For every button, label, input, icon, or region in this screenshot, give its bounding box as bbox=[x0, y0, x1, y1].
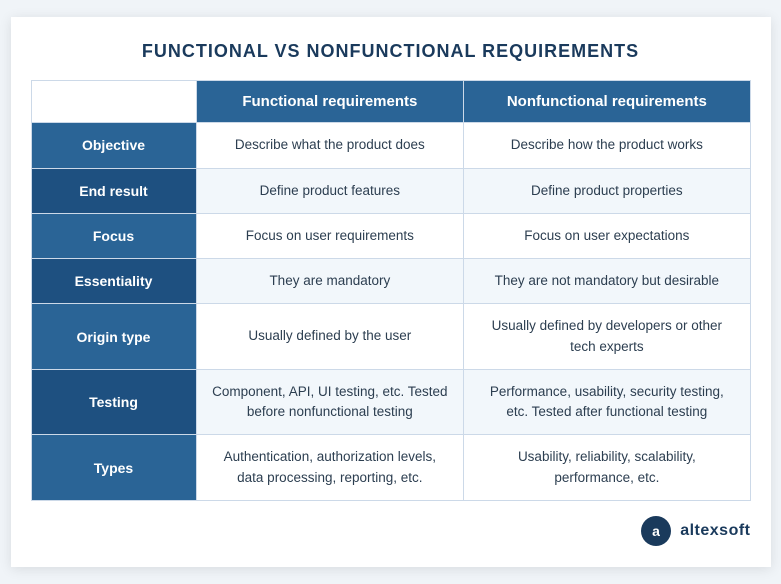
table-row: TypesAuthentication, authorization level… bbox=[31, 435, 750, 501]
table-row: ObjectiveDescribe what the product doesD… bbox=[31, 123, 750, 168]
row-label: Focus bbox=[31, 213, 196, 258]
table-row: FocusFocus on user requirementsFocus on … bbox=[31, 213, 750, 258]
comparison-table: Functional requirements Nonfunctional re… bbox=[31, 80, 751, 501]
row-col2: Focus on user expectations bbox=[464, 213, 750, 258]
row-col1: Focus on user requirements bbox=[196, 213, 464, 258]
header-empty bbox=[31, 81, 196, 123]
row-label: Types bbox=[31, 435, 196, 501]
row-col2: Define product properties bbox=[464, 168, 750, 213]
row-col2: Usability, reliability, scalability, per… bbox=[464, 435, 750, 501]
altexsoft-logo: a bbox=[640, 515, 672, 547]
table-row: TestingComponent, API, UI testing, etc. … bbox=[31, 369, 750, 435]
svg-text:a: a bbox=[652, 523, 660, 539]
row-col2: Performance, usability, security testing… bbox=[464, 369, 750, 435]
row-label: Essentiality bbox=[31, 259, 196, 304]
row-col1: Component, API, UI testing, etc. Tested … bbox=[196, 369, 464, 435]
row-col2: They are not mandatory but desirable bbox=[464, 259, 750, 304]
row-col1: Describe what the product does bbox=[196, 123, 464, 168]
row-col1: Usually defined by the user bbox=[196, 304, 464, 370]
row-col1: Authentication, authorization levels, da… bbox=[196, 435, 464, 501]
branding-area: a altexsoft bbox=[31, 515, 751, 547]
row-label: Testing bbox=[31, 369, 196, 435]
header-row: Functional requirements Nonfunctional re… bbox=[31, 81, 750, 123]
header-col1: Functional requirements bbox=[196, 81, 464, 123]
row-label: Origin type bbox=[31, 304, 196, 370]
table-row: End resultDefine product featuresDefine … bbox=[31, 168, 750, 213]
row-col2: Describe how the product works bbox=[464, 123, 750, 168]
row-col1: They are mandatory bbox=[196, 259, 464, 304]
row-label: End result bbox=[31, 168, 196, 213]
branding-name: altexsoft bbox=[680, 522, 750, 540]
header-col2: Nonfunctional requirements bbox=[464, 81, 750, 123]
main-card: FUNCTIONAL vs NONFUNCTIONAL REQUIREMENTS… bbox=[11, 17, 771, 567]
table-row: Origin typeUsually defined by the userUs… bbox=[31, 304, 750, 370]
row-col1: Define product features bbox=[196, 168, 464, 213]
row-col2: Usually defined by developers or other t… bbox=[464, 304, 750, 370]
row-label: Objective bbox=[31, 123, 196, 168]
page-title: FUNCTIONAL vs NONFUNCTIONAL REQUIREMENTS bbox=[31, 41, 751, 62]
table-row: EssentialityThey are mandatoryThey are n… bbox=[31, 259, 750, 304]
